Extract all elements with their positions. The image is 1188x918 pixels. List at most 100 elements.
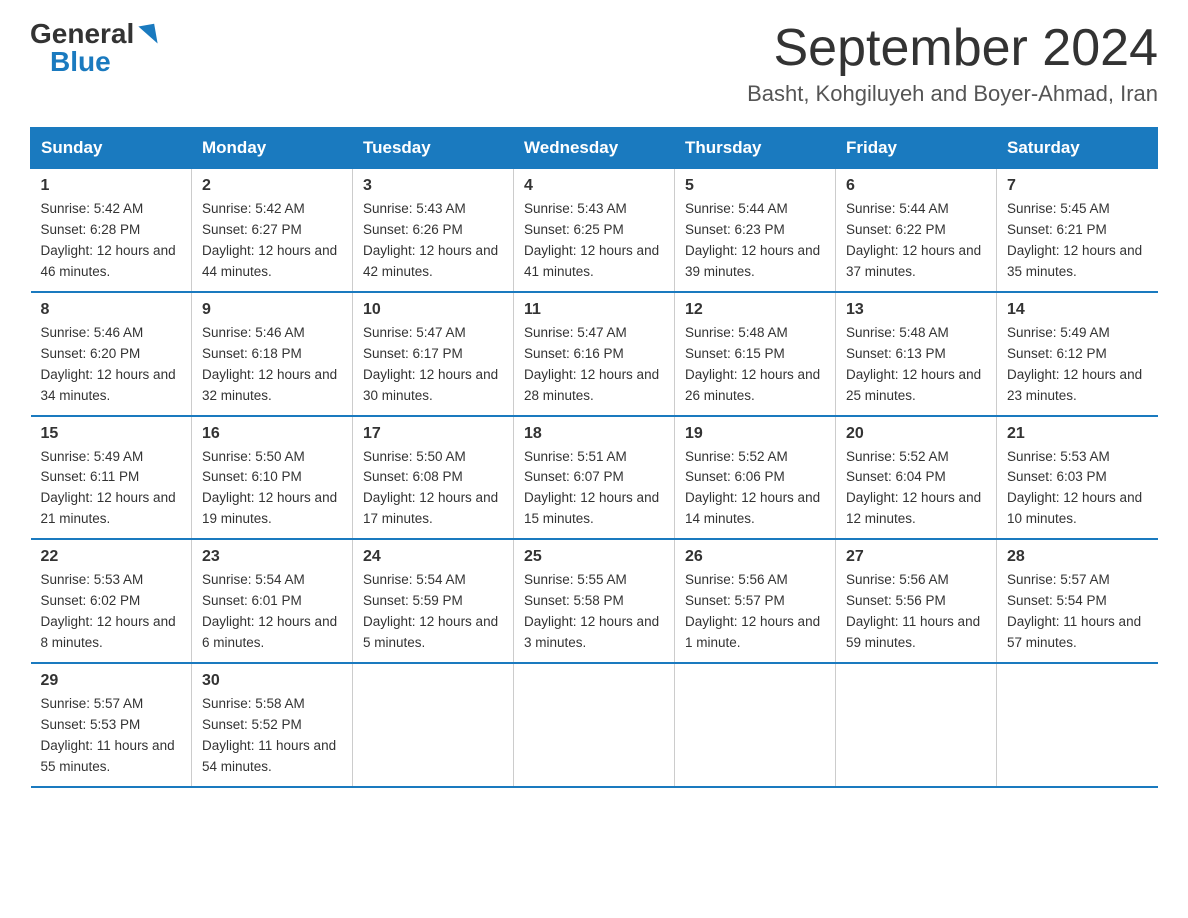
day-info: Sunrise: 5:44 AMSunset: 6:22 PMDaylight:… <box>846 199 986 283</box>
calendar-table: Sunday Monday Tuesday Wednesday Thursday… <box>30 127 1158 787</box>
day-info: Sunrise: 5:50 AMSunset: 6:10 PMDaylight:… <box>202 447 342 531</box>
day-number: 7 <box>1007 177 1148 195</box>
week-row-2: 8Sunrise: 5:46 AMSunset: 6:20 PMDaylight… <box>31 292 1158 416</box>
logo-arrow-icon <box>139 24 158 46</box>
day-info: Sunrise: 5:56 AMSunset: 5:56 PMDaylight:… <box>846 570 986 654</box>
day-number: 12 <box>685 301 825 319</box>
day-number: 21 <box>1007 425 1148 443</box>
day-number: 28 <box>1007 548 1148 566</box>
week-row-3: 15Sunrise: 5:49 AMSunset: 6:11 PMDayligh… <box>31 416 1158 540</box>
cell-3-5: 27 Sunrise: 5:56 AMSunset: 5:56 PMDayligh… <box>836 539 997 663</box>
header-monday: Monday <box>192 128 353 169</box>
cell-4-4 <box>675 663 836 787</box>
day-info: Sunrise: 5:53 AMSunset: 6:02 PMDaylight:… <box>41 570 182 654</box>
day-number: 1 <box>41 177 182 195</box>
cell-1-6: 14 Sunrise: 5:49 AMSunset: 6:12 PMDayligh… <box>997 292 1158 416</box>
day-number: 9 <box>202 301 342 319</box>
cell-2-6: 21Sunrise: 5:53 AMSunset: 6:03 PMDayligh… <box>997 416 1158 540</box>
cell-4-0: 29 Sunrise: 5:57 AMSunset: 5:53 PMDayligh… <box>31 663 192 787</box>
cell-0-6: 7 Sunrise: 5:45 AMSunset: 6:21 PMDaylight… <box>997 169 1158 292</box>
logo: General Blue <box>30 20 156 76</box>
day-number: 22 <box>41 548 182 566</box>
cell-0-2: 3 Sunrise: 5:43 AMSunset: 6:26 PMDaylight… <box>353 169 514 292</box>
day-info: Sunrise: 5:57 AMSunset: 5:54 PMDaylight:… <box>1007 570 1148 654</box>
day-info: Sunrise: 5:51 AMSunset: 6:07 PMDaylight:… <box>524 447 664 531</box>
calendar-body: 1 Sunrise: 5:42 AMSunset: 6:28 PMDaylight… <box>31 169 1158 787</box>
day-number: 2 <box>202 177 342 195</box>
day-info: Sunrise: 5:44 AMSunset: 6:23 PMDaylight:… <box>685 199 825 283</box>
cell-1-1: 9 Sunrise: 5:46 AMSunset: 6:18 PMDaylight… <box>192 292 353 416</box>
day-info: Sunrise: 5:54 AMSunset: 6:01 PMDaylight:… <box>202 570 342 654</box>
day-info: Sunrise: 5:48 AMSunset: 6:13 PMDaylight:… <box>846 323 986 407</box>
header: General Blue September 2024 Basht, Kohgi… <box>30 20 1158 107</box>
title-area: September 2024 Basht, Kohgiluyeh and Boy… <box>747 20 1158 107</box>
day-info: Sunrise: 5:47 AMSunset: 6:16 PMDaylight:… <box>524 323 664 407</box>
calendar-header: Sunday Monday Tuesday Wednesday Thursday… <box>31 128 1158 169</box>
day-number: 25 <box>524 548 664 566</box>
day-number: 8 <box>41 301 182 319</box>
day-info: Sunrise: 5:42 AMSunset: 6:27 PMDaylight:… <box>202 199 342 283</box>
day-number: 6 <box>846 177 986 195</box>
day-number: 23 <box>202 548 342 566</box>
day-info: Sunrise: 5:49 AMSunset: 6:12 PMDaylight:… <box>1007 323 1148 407</box>
day-info: Sunrise: 5:47 AMSunset: 6:17 PMDaylight:… <box>363 323 503 407</box>
day-number: 24 <box>363 548 503 566</box>
day-info: Sunrise: 5:54 AMSunset: 5:59 PMDaylight:… <box>363 570 503 654</box>
day-info: Sunrise: 5:56 AMSunset: 5:57 PMDaylight:… <box>685 570 825 654</box>
day-number: 16 <box>202 425 342 443</box>
header-tuesday: Tuesday <box>353 128 514 169</box>
cell-3-1: 23 Sunrise: 5:54 AMSunset: 6:01 PMDayligh… <box>192 539 353 663</box>
header-sunday: Sunday <box>31 128 192 169</box>
cell-4-1: 30 Sunrise: 5:58 AMSunset: 5:52 PMDayligh… <box>192 663 353 787</box>
cell-3-4: 26Sunrise: 5:56 AMSunset: 5:57 PMDayligh… <box>675 539 836 663</box>
week-row-5: 29 Sunrise: 5:57 AMSunset: 5:53 PMDayligh… <box>31 663 1158 787</box>
day-info: Sunrise: 5:49 AMSunset: 6:11 PMDaylight:… <box>41 447 182 531</box>
header-wednesday: Wednesday <box>514 128 675 169</box>
cell-2-0: 15Sunrise: 5:49 AMSunset: 6:11 PMDayligh… <box>31 416 192 540</box>
day-info: Sunrise: 5:57 AMSunset: 5:53 PMDaylight:… <box>41 694 182 778</box>
header-thursday: Thursday <box>675 128 836 169</box>
day-info: Sunrise: 5:52 AMSunset: 6:06 PMDaylight:… <box>685 447 825 531</box>
cell-0-3: 4 Sunrise: 5:43 AMSunset: 6:25 PMDaylight… <box>514 169 675 292</box>
cell-2-1: 16 Sunrise: 5:50 AMSunset: 6:10 PMDayligh… <box>192 416 353 540</box>
cell-2-4: 19 Sunrise: 5:52 AMSunset: 6:06 PMDayligh… <box>675 416 836 540</box>
cell-2-2: 17 Sunrise: 5:50 AMSunset: 6:08 PMDayligh… <box>353 416 514 540</box>
header-row: Sunday Monday Tuesday Wednesday Thursday… <box>31 128 1158 169</box>
cell-0-0: 1 Sunrise: 5:42 AMSunset: 6:28 PMDaylight… <box>31 169 192 292</box>
cell-4-2 <box>353 663 514 787</box>
day-number: 5 <box>685 177 825 195</box>
day-number: 18 <box>524 425 664 443</box>
cell-0-4: 5 Sunrise: 5:44 AMSunset: 6:23 PMDaylight… <box>675 169 836 292</box>
day-number: 4 <box>524 177 664 195</box>
cell-4-3 <box>514 663 675 787</box>
week-row-1: 1 Sunrise: 5:42 AMSunset: 6:28 PMDaylight… <box>31 169 1158 292</box>
day-number: 29 <box>41 672 182 690</box>
day-info: Sunrise: 5:42 AMSunset: 6:28 PMDaylight:… <box>41 199 182 283</box>
day-info: Sunrise: 5:52 AMSunset: 6:04 PMDaylight:… <box>846 447 986 531</box>
logo-general-text: General <box>30 20 134 48</box>
month-title: September 2024 <box>747 20 1158 77</box>
location-title: Basht, Kohgiluyeh and Boyer-Ahmad, Iran <box>747 81 1158 107</box>
cell-0-1: 2 Sunrise: 5:42 AMSunset: 6:27 PMDaylight… <box>192 169 353 292</box>
day-number: 10 <box>363 301 503 319</box>
day-info: Sunrise: 5:55 AMSunset: 5:58 PMDaylight:… <box>524 570 664 654</box>
day-number: 17 <box>363 425 503 443</box>
day-info: Sunrise: 5:43 AMSunset: 6:25 PMDaylight:… <box>524 199 664 283</box>
day-info: Sunrise: 5:50 AMSunset: 6:08 PMDaylight:… <box>363 447 503 531</box>
cell-1-3: 11Sunrise: 5:47 AMSunset: 6:16 PMDayligh… <box>514 292 675 416</box>
day-info: Sunrise: 5:58 AMSunset: 5:52 PMDaylight:… <box>202 694 342 778</box>
day-number: 30 <box>202 672 342 690</box>
day-number: 3 <box>363 177 503 195</box>
header-friday: Friday <box>836 128 997 169</box>
cell-1-2: 10 Sunrise: 5:47 AMSunset: 6:17 PMDayligh… <box>353 292 514 416</box>
cell-3-0: 22 Sunrise: 5:53 AMSunset: 6:02 PMDayligh… <box>31 539 192 663</box>
week-row-4: 22 Sunrise: 5:53 AMSunset: 6:02 PMDayligh… <box>31 539 1158 663</box>
day-number: 14 <box>1007 301 1148 319</box>
day-info: Sunrise: 5:48 AMSunset: 6:15 PMDaylight:… <box>685 323 825 407</box>
day-number: 19 <box>685 425 825 443</box>
day-info: Sunrise: 5:45 AMSunset: 6:21 PMDaylight:… <box>1007 199 1148 283</box>
day-info: Sunrise: 5:46 AMSunset: 6:18 PMDaylight:… <box>202 323 342 407</box>
day-number: 27 <box>846 548 986 566</box>
day-info: Sunrise: 5:43 AMSunset: 6:26 PMDaylight:… <box>363 199 503 283</box>
logo-blue-text: Blue <box>50 46 111 77</box>
